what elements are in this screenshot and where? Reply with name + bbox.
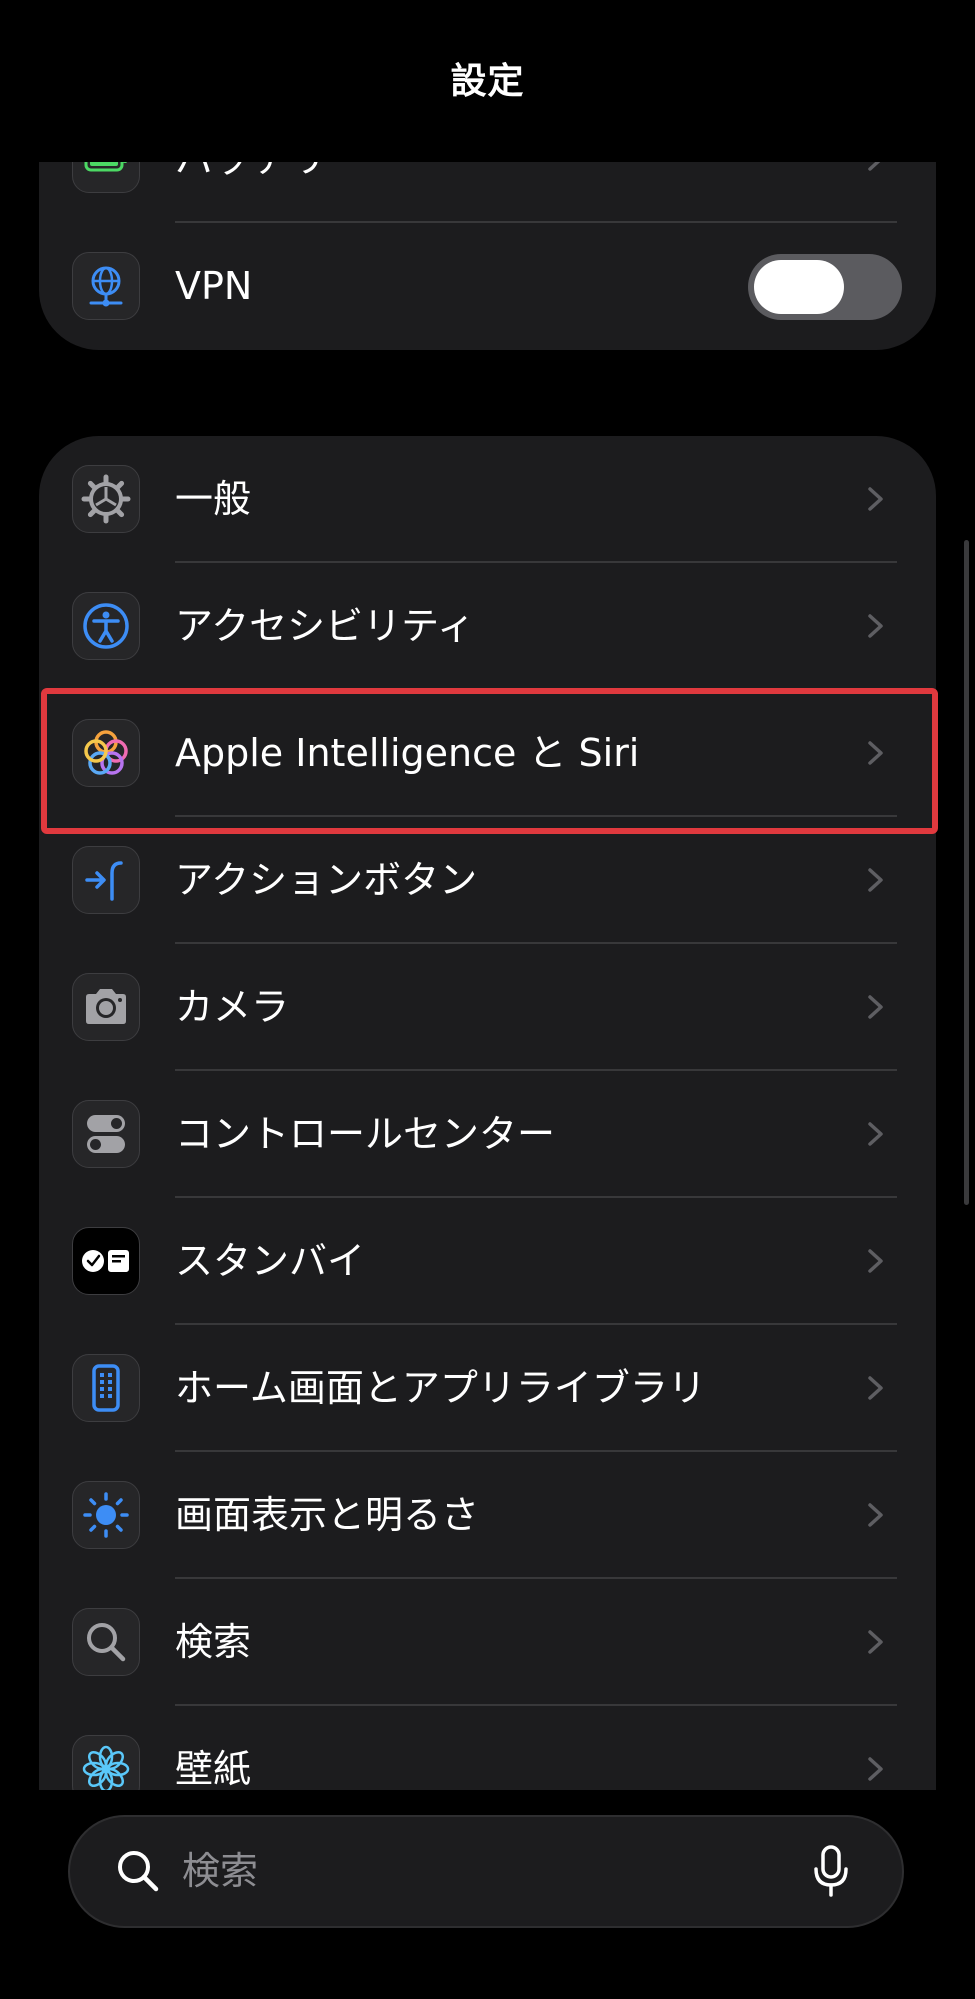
gear-icon xyxy=(72,465,140,533)
search-input[interactable]: 検索 xyxy=(182,1817,258,1926)
chevron-right-icon xyxy=(868,614,883,638)
settings-row-label: 画面表示と明るさ xyxy=(175,1493,480,1537)
vpn-toggle[interactable] xyxy=(748,254,902,320)
settings-row-label: アクションボタン xyxy=(175,858,478,902)
brightness-icon xyxy=(72,1481,140,1549)
chevron-right-icon xyxy=(868,1376,883,1400)
chevron-right-icon xyxy=(868,741,883,765)
chevron-right-icon xyxy=(868,487,883,511)
camera-icon xyxy=(72,973,140,1041)
settings-row-label: VPN xyxy=(175,264,253,308)
settings-row-label: スタンバイ xyxy=(175,1239,366,1283)
standby-icon xyxy=(72,1227,140,1295)
settings-group-general: 一般 アクセシビリティ Apple Intelligence と Siri アク… xyxy=(39,436,936,1856)
settings-row-label: アクセシビリティ xyxy=(175,604,475,648)
page-title: 設定 xyxy=(450,61,525,102)
settings-row-label: 一般 xyxy=(175,477,252,521)
chevron-right-icon xyxy=(868,1630,883,1654)
chevron-right-icon xyxy=(868,1757,883,1781)
chevron-right-icon xyxy=(868,1503,883,1527)
search-bar[interactable]: 検索 xyxy=(68,1815,904,1928)
scrollbar[interactable] xyxy=(964,540,969,1205)
settings-row-control-center[interactable]: コントロールセンター xyxy=(39,1071,936,1198)
chevron-right-icon xyxy=(868,995,883,1019)
action-button-icon xyxy=(72,846,140,914)
settings-row-label: カメラ xyxy=(175,985,290,1029)
settings-row-general[interactable]: 一般 xyxy=(39,436,936,563)
settings-row-label: Apple Intelligence と Siri xyxy=(175,731,640,775)
accessibility-icon xyxy=(72,592,140,660)
home-screen-icon xyxy=(72,1354,140,1422)
chevron-right-icon xyxy=(868,868,883,892)
settings-row-display-brightness[interactable]: 画面表示と明るさ xyxy=(39,1452,936,1579)
settings-row-vpn[interactable]: VPN xyxy=(39,223,936,350)
search-icon xyxy=(114,1847,162,1895)
search-icon xyxy=(72,1608,140,1676)
control-center-icon xyxy=(72,1100,140,1168)
chevron-right-icon xyxy=(868,1249,883,1273)
settings-row-search[interactable]: 検索 xyxy=(39,1579,936,1706)
apple-intelligence-icon xyxy=(72,719,140,787)
settings-row-camera[interactable]: カメラ xyxy=(39,944,936,1071)
vpn-globe-icon xyxy=(72,252,140,320)
settings-row-accessibility[interactable]: アクセシビリティ xyxy=(39,563,936,690)
settings-row-action-button[interactable]: アクションボタン xyxy=(39,817,936,944)
settings-row-label: 検索 xyxy=(175,1620,252,1664)
settings-row-standby[interactable]: スタンバイ xyxy=(39,1198,936,1325)
settings-row-label: コントロールセンター xyxy=(175,1112,556,1156)
toggle-knob xyxy=(754,260,844,314)
settings-row-apple-intelligence-siri[interactable]: Apple Intelligence と Siri xyxy=(39,690,936,817)
chevron-right-icon xyxy=(868,1122,883,1146)
microphone-icon[interactable] xyxy=(810,1843,852,1899)
settings-row-label: ホーム画面とアプリライブラリ xyxy=(175,1366,706,1410)
nav-header: 設定 xyxy=(0,0,975,162)
settings-row-home-screen[interactable]: ホーム画面とアプリライブラリ xyxy=(39,1325,936,1452)
